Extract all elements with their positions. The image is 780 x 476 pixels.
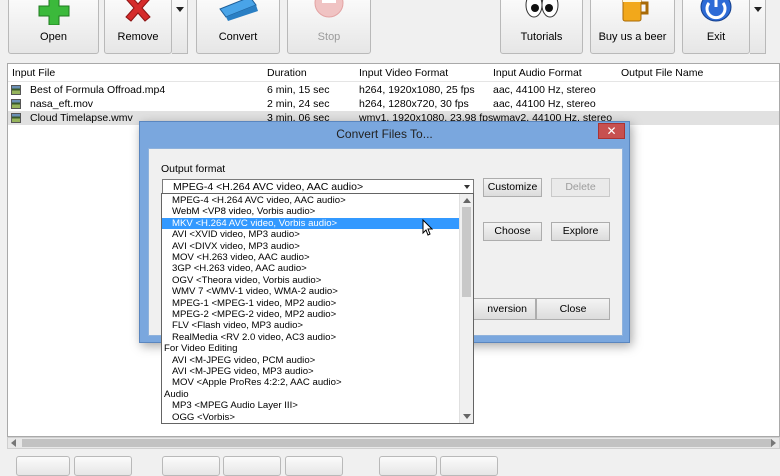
format-option[interactable]: AVI <M-JPEG video, PCM audio>: [162, 355, 460, 366]
choose-button[interactable]: Choose: [483, 222, 542, 241]
bottom-button[interactable]: [162, 456, 220, 476]
bottom-button[interactable]: [223, 456, 281, 476]
explore-button[interactable]: Explore: [551, 222, 610, 241]
format-option[interactable]: MPEG-1 <MPEG-1 video, MP2 audio>: [162, 298, 460, 309]
format-option[interactable]: MOV <H.263 video, AAC audio>: [162, 252, 460, 263]
start-conversion-button[interactable]: nversion: [466, 298, 536, 320]
format-option[interactable]: MKV <H.264 AVC video, Vorbis audio>: [162, 217, 460, 230]
video-file-icon: [11, 85, 21, 95]
scroll-up-icon[interactable]: [463, 198, 471, 203]
format-option[interactable]: OGV <Theora video, Vorbis audio>: [162, 275, 460, 286]
exit-button[interactable]: Exit: [682, 0, 750, 54]
mouse-cursor-icon: [422, 219, 433, 236]
file-list-header: Input File Duration Input Video Format I…: [8, 64, 779, 82]
red-x-icon: [118, 0, 158, 28]
exit-dropdown-arrow[interactable]: [750, 0, 766, 54]
power-icon: [696, 0, 736, 28]
format-option[interactable]: FLV <Flash video, MP3 audio>: [162, 320, 460, 331]
format-option[interactable]: AVI <XVID video, MP3 audio>: [162, 229, 460, 240]
convert-button[interactable]: Convert: [196, 0, 280, 54]
bottom-button[interactable]: [285, 456, 343, 476]
plus-icon: [32, 0, 76, 28]
scroll-left-icon[interactable]: [11, 439, 16, 447]
bottom-button[interactable]: [440, 456, 498, 476]
format-option[interactable]: 3GP <H.263 video, AAC audio>: [162, 263, 460, 274]
format-option[interactable]: AVI <DIVX video, MP3 audio>: [162, 241, 460, 252]
toolbar: Open Remove Convert Stop Tutorials Buy u…: [0, 0, 780, 58]
eyes-icon: [520, 0, 564, 26]
scroll-down-icon[interactable]: [463, 414, 471, 419]
format-option[interactable]: MPEG-4 <H.264 AVC video, AAC audio>: [162, 195, 460, 206]
chevron-down-icon: [176, 7, 184, 12]
buy-beer-button[interactable]: Buy us a beer: [590, 0, 675, 54]
customize-button[interactable]: Customize: [483, 178, 542, 197]
convert-icon: [214, 0, 262, 26]
horizontal-scrollbar[interactable]: [7, 437, 780, 449]
dialog-close-button[interactable]: Close: [536, 298, 610, 320]
remove-dropdown-arrow[interactable]: [172, 0, 188, 54]
bottom-button[interactable]: [74, 456, 132, 476]
stop-icon: [312, 0, 346, 26]
column-output-file-name[interactable]: Output File Name: [621, 67, 703, 79]
stop-button[interactable]: Stop: [287, 0, 371, 54]
close-icon[interactable]: ✕: [598, 123, 625, 139]
column-duration[interactable]: Duration: [267, 67, 307, 79]
format-group-header: For Video Editing: [164, 343, 238, 355]
video-file-icon: [11, 113, 21, 123]
scrollbar-thumb[interactable]: [462, 207, 471, 297]
format-group-header: Audio: [164, 388, 189, 400]
format-option[interactable]: MPEG-2 <MPEG-2 video, MP2 audio>: [162, 309, 460, 320]
scrollbar-thumb[interactable]: [22, 439, 772, 447]
video-file-icon: [11, 99, 21, 109]
scroll-right-icon[interactable]: [771, 439, 776, 447]
format-option[interactable]: AVI <M-JPEG video, MP3 audio>: [162, 366, 460, 377]
column-input-video-format[interactable]: Input Video Format: [359, 67, 448, 79]
dialog-title: Convert Files To...: [336, 127, 433, 141]
format-option[interactable]: MOV <Apple ProRes 4:2:2, AAC audio>: [162, 377, 460, 388]
column-input-file[interactable]: Input File: [12, 67, 55, 79]
column-input-audio-format[interactable]: Input Audio Format: [493, 67, 582, 79]
file-row[interactable]: Best of Formula Offroad.mp4 6 min, 15 se…: [8, 83, 779, 97]
output-format-value: MPEG-4 <H.264 AVC video, AAC audio>: [173, 181, 364, 193]
bottom-button[interactable]: [379, 456, 437, 476]
output-format-label: Output format: [161, 163, 226, 175]
beer-mug-icon: [613, 0, 653, 28]
bottom-toolbar: [0, 452, 780, 476]
format-option[interactable]: MP3 <MPEG Audio Layer III>: [162, 400, 460, 411]
open-button[interactable]: Open: [8, 0, 99, 54]
tutorials-button[interactable]: Tutorials: [500, 0, 583, 54]
format-option[interactable]: OGG <Vorbis>: [162, 412, 460, 423]
file-row[interactable]: nasa_eft.mov 2 min, 24 sec h264, 1280x72…: [8, 97, 779, 111]
vertical-scrollbar[interactable]: [459, 194, 473, 423]
format-option[interactable]: WMV 7 <WMV-1 video, WMA-2 audio>: [162, 286, 460, 297]
bottom-button[interactable]: [16, 456, 70, 476]
remove-button[interactable]: Remove: [104, 0, 172, 54]
format-option[interactable]: RealMedia <RV 2.0 video, AC3 audio>: [162, 332, 460, 343]
chevron-down-icon: [754, 7, 762, 12]
chevron-down-icon: [464, 185, 470, 189]
delete-button[interactable]: Delete: [551, 178, 610, 197]
format-option[interactable]: WebM <VP8 video, Vorbis audio>: [162, 206, 460, 217]
